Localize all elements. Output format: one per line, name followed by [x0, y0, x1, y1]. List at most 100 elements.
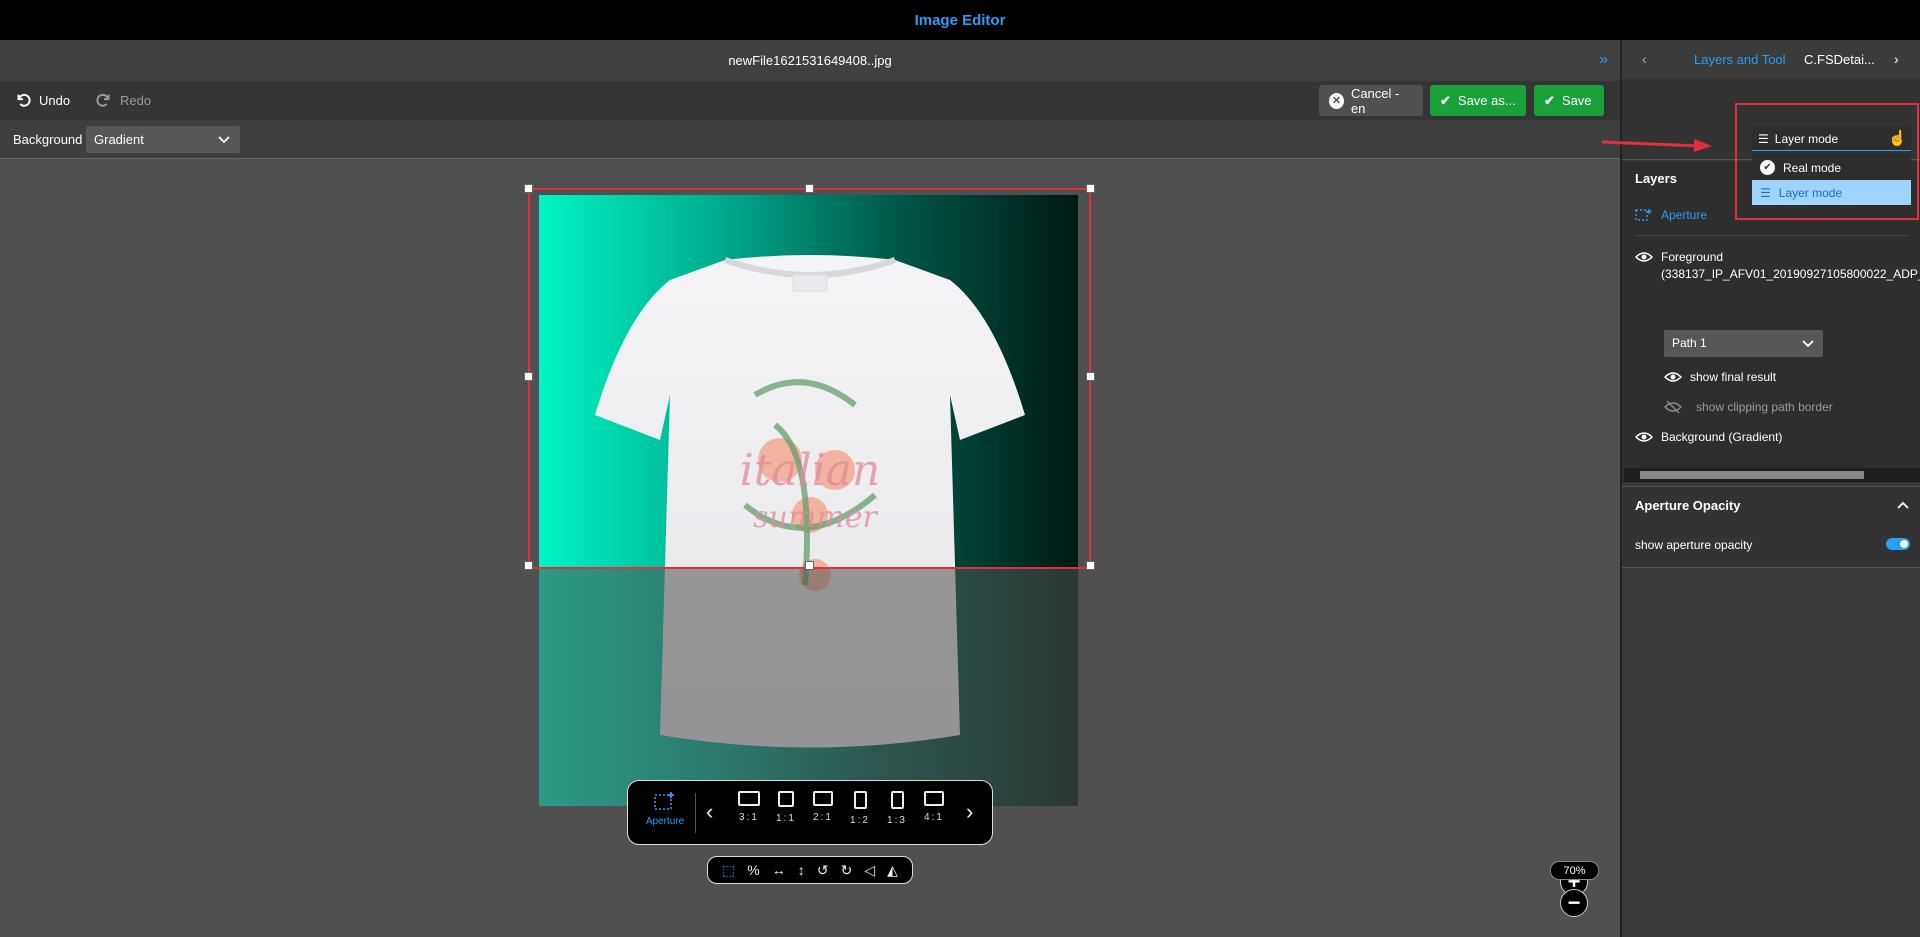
path-select-value: Path 1 [1672, 336, 1707, 350]
mode-select[interactable]: ☰ Layer mode ☝ [1752, 127, 1911, 151]
mode-option-layer[interactable]: ☰ Layer mode [1752, 180, 1911, 205]
undo-label: Undo [39, 92, 71, 108]
horizontal-resize-icon[interactable]: ↔ [772, 862, 786, 878]
resize-handle[interactable] [1086, 184, 1095, 193]
tab-layers-and-tool[interactable]: Layers and Tool [1694, 52, 1786, 67]
undo-button[interactable]: Undo [14, 89, 70, 111]
check-icon: ✔ [1544, 92, 1555, 108]
cancel-button[interactable]: ✕ Cancel - en [1319, 85, 1423, 116]
ratio-2-1-button[interactable]: 2:1 [806, 791, 840, 823]
divider [695, 793, 696, 833]
ratio-label: 1:1 [776, 813, 796, 824]
redo-button[interactable]: Redo [95, 89, 151, 111]
flip-vertical-icon[interactable]: ◁ [864, 862, 875, 879]
horizontal-scrollbar[interactable] [1624, 468, 1920, 482]
ratio-1-1-button[interactable]: 1:1 [769, 791, 803, 824]
background-value: Gradient [94, 132, 144, 147]
tab-next-icon[interactable]: › [1894, 51, 1899, 67]
close-icon: ✕ [1329, 92, 1344, 109]
layer-aperture-label: Aperture [1661, 208, 1708, 222]
resize-handle[interactable] [1086, 561, 1095, 570]
redo-icon [96, 93, 110, 107]
rotate-left-icon[interactable]: ↺ [817, 862, 829, 879]
background-bar: Background Gradient [0, 120, 1620, 159]
eye-icon [1664, 372, 1682, 382]
select-icon[interactable]: ⬚ [722, 862, 735, 879]
cancel-label: Cancel - en [1350, 85, 1400, 116]
aperture-tool-button[interactable]: Aperture [640, 791, 690, 827]
chevron-up-icon[interactable] [1896, 499, 1910, 513]
aperture-opacity-label: show aperture opacity [1635, 538, 1753, 552]
toolbar: Undo Redo ✕ Cancel - en ✔ Save as... ✔ S… [0, 81, 1620, 120]
aperture-dim-overlay [539, 568, 1078, 806]
ratio-1-2-button[interactable]: 1:2 [843, 791, 877, 826]
mode-dropdown-menu: ✔ Real mode ☰ Layer mode [1752, 153, 1911, 207]
percent-icon[interactable]: % [747, 862, 759, 878]
mode-option-layer-label: Layer mode [1778, 185, 1843, 200]
mode-option-real-label: Real mode [1783, 160, 1842, 175]
redo-label: Redo [120, 92, 152, 108]
file-name: newFile1621531649408..jpg [728, 53, 892, 68]
editor-area: newFile1621531649408..jpg » Undo Redo ✕ … [0, 40, 1620, 937]
layer-aperture[interactable]: Aperture [1635, 208, 1707, 222]
eye-icon [1635, 432, 1653, 442]
flip-horizontal-icon[interactable]: ◭ [887, 862, 898, 879]
show-final-result-label: show final result [1690, 370, 1777, 384]
app-title: Image Editor [914, 11, 1006, 29]
ratio-3-1-button[interactable]: 3:1 [732, 791, 766, 823]
scrollbar-thumb[interactable] [1640, 471, 1864, 479]
show-clipping-border-toggle[interactable]: show clipping path border [1664, 400, 1833, 414]
ratio-shape [813, 791, 833, 806]
save-button[interactable]: ✔ Save [1534, 85, 1604, 116]
ratio-label: 4:1 [924, 812, 944, 823]
zoom-out-button[interactable]: − [1560, 889, 1588, 917]
resize-handle[interactable] [524, 184, 533, 193]
ratio-next-icon[interactable]: › [966, 799, 973, 825]
chevron-down-icon [218, 136, 230, 144]
ratio-shape [890, 791, 904, 809]
ratio-shape [853, 791, 867, 809]
mode-select-value: Layer mode [1774, 131, 1839, 146]
resize-handle[interactable] [805, 184, 814, 193]
eye-icon [1635, 252, 1653, 262]
mode-option-real[interactable]: ✔ Real mode [1752, 155, 1911, 180]
ratio-label: 1:3 [887, 815, 907, 826]
aperture-opacity-toggle[interactable] [1886, 538, 1910, 550]
file-bar: newFile1621531649408..jpg » [0, 40, 1620, 81]
aperture-selection[interactable] [528, 188, 1091, 569]
layers-heading: Layers [1635, 171, 1677, 186]
layer-foreground-detail: (338137_IP_AFV01_20190927105800022_ADP_ [1661, 267, 1920, 281]
aperture-opacity-panel: Aperture Opacity show aperture opacity [1622, 486, 1920, 568]
show-final-result-toggle[interactable]: show final result [1664, 370, 1776, 384]
path-select[interactable]: Path 1 [1664, 330, 1823, 357]
title-bar: Image Editor [0, 0, 1920, 40]
save-label: Save [1561, 93, 1592, 108]
layers-stack-icon: ☰ [1760, 185, 1771, 200]
save-as-button[interactable]: ✔ Save as... [1430, 85, 1526, 116]
resize-handle[interactable] [1086, 372, 1095, 381]
resize-handle[interactable] [524, 561, 533, 570]
aspect-ratio-bar: Aperture ‹ 3:1 1:1 2:1 1:2 1:3 4:1 › [627, 780, 993, 845]
vertical-resize-icon[interactable]: ↕ [798, 862, 805, 878]
layers-stack-icon: ☰ [1758, 131, 1769, 146]
ratio-shape [924, 791, 944, 806]
ratio-4-1-button[interactable]: 4:1 [917, 791, 951, 823]
background-select[interactable]: Gradient [86, 126, 240, 153]
expand-panel-icon[interactable]: » [1599, 51, 1608, 69]
resize-handle[interactable] [524, 372, 533, 381]
rotate-right-icon[interactable]: ↻ [841, 862, 853, 879]
layer-foreground-label: Foreground [1661, 250, 1724, 264]
tab-detail[interactable]: C.FSDetai... [1804, 52, 1875, 67]
tab-prev-icon[interactable]: ‹ [1642, 51, 1647, 67]
check-icon: ✔ [1440, 92, 1451, 108]
undo-icon [17, 93, 31, 107]
minus-icon: − [1567, 890, 1581, 915]
layer-foreground[interactable]: Foreground (338137_IP_AFV01_201909271058… [1635, 250, 1920, 281]
annotation-arrow [1602, 139, 1712, 152]
layer-background[interactable]: Background (Gradient) [1635, 430, 1782, 444]
show-clipping-label: show clipping path border [1696, 400, 1833, 414]
resize-handle[interactable] [805, 561, 814, 570]
ratio-1-3-button[interactable]: 1:3 [880, 791, 914, 826]
ratio-prev-icon[interactable]: ‹ [706, 799, 713, 825]
ratio-label: 2:1 [813, 812, 833, 823]
